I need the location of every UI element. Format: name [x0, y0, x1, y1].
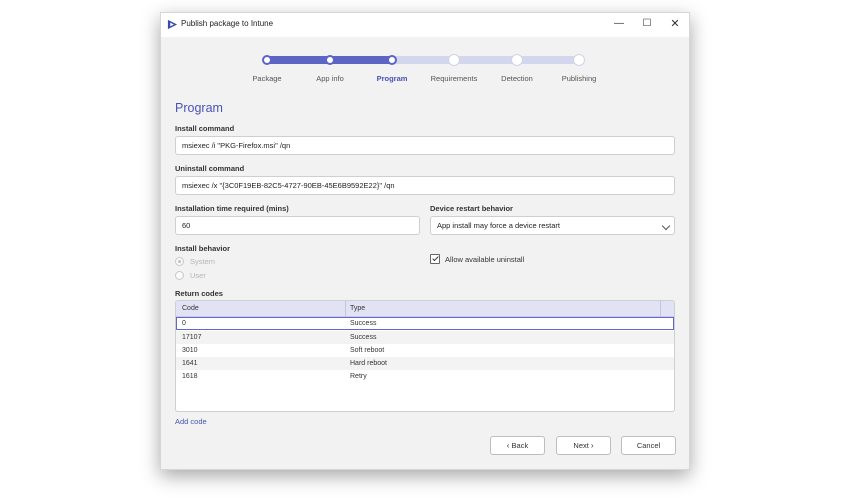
step-dot-app-info	[325, 55, 335, 65]
cell-code: 1641	[182, 360, 198, 367]
close-icon[interactable]: ✕	[667, 17, 683, 31]
table-row[interactable]: 1641 Hard reboot	[176, 357, 674, 370]
next-button[interactable]: Next ›	[556, 436, 611, 455]
step-label-publishing: Publishing	[561, 74, 597, 83]
restart-behavior-label: Device restart behavior	[430, 204, 513, 213]
minimize-icon[interactable]: —	[611, 17, 627, 31]
column-header-code[interactable]: Code	[182, 305, 199, 312]
back-button[interactable]: ‹ Back	[490, 436, 545, 455]
back-button-label: Back	[511, 441, 529, 450]
step-dot-detection	[512, 55, 522, 65]
table-row[interactable]: 17107 Success	[176, 331, 674, 344]
table-header: Code Type	[176, 301, 674, 317]
cell-code: 3010	[182, 347, 198, 354]
return-codes-table: Code Type 0 Success 17107 Success 3010 S…	[175, 300, 675, 412]
window-title: Publish package to Intune	[181, 19, 274, 28]
radio-system-button[interactable]	[175, 257, 184, 266]
chevron-right-icon: ›	[590, 441, 594, 450]
install-behavior-label: Install behavior	[175, 244, 231, 253]
cell-type: Success	[350, 320, 377, 327]
radio-system-label: System	[190, 257, 216, 266]
column-divider	[660, 301, 661, 317]
cell-type: Soft reboot	[350, 347, 385, 354]
publish-dialog: Publish package to Intune — ☐ ✕ Package …	[160, 12, 690, 470]
restart-behavior-select[interactable]: App install may force a device restart	[430, 216, 675, 235]
dialog-shadow: Publish package to Intune — ☐ ✕ Package …	[160, 12, 690, 470]
add-code-link[interactable]: Add code	[175, 417, 207, 426]
cell-code: 1618	[182, 373, 198, 380]
allow-uninstall-label: Allow available uninstall	[445, 255, 525, 264]
cell-type: Success	[350, 334, 377, 341]
step-dot-publishing	[574, 55, 584, 65]
cell-code: 17107	[182, 334, 202, 341]
step-dot-requirements	[449, 55, 459, 65]
uninstall-command-label: Uninstall command	[175, 164, 245, 173]
table-row[interactable]: 0 Success	[176, 317, 674, 330]
chevron-left-icon: ‹	[506, 441, 510, 450]
install-time-label: Installation time required (mins)	[175, 204, 289, 213]
restart-behavior-value: App install may force a device restart	[437, 221, 560, 230]
install-command-label: Install command	[175, 124, 235, 133]
table-row[interactable]: 3010 Soft reboot	[176, 344, 674, 357]
checkmark-icon	[432, 254, 439, 262]
maximize-icon[interactable]: ☐	[639, 17, 655, 31]
chevron-down-icon	[661, 221, 671, 231]
cancel-button[interactable]: Cancel	[621, 436, 676, 455]
cell-type: Retry	[350, 373, 367, 380]
radio-user-label: User	[190, 271, 206, 280]
install-time-input[interactable]: 60	[175, 216, 420, 235]
uninstall-command-input[interactable]: msiexec /x "{3C0F19EB-82C5-4727-90EB-45E…	[175, 176, 675, 195]
install-command-input[interactable]: msiexec /i "PKG-Firefox.msi" /qn	[175, 136, 675, 155]
app-icon	[167, 19, 178, 30]
checkbox-box[interactable]	[430, 254, 440, 264]
table-row[interactable]: 1618 Retry	[176, 370, 674, 383]
cell-code: 0	[182, 320, 186, 327]
step-dot-program	[387, 55, 397, 65]
column-divider	[345, 301, 346, 317]
step-dot-package	[262, 55, 272, 65]
title-bar: Publish package to Intune — ☐ ✕	[161, 13, 689, 37]
next-button-label: Next	[573, 441, 589, 450]
column-header-type[interactable]: Type	[350, 305, 365, 312]
cell-type: Hard reboot	[350, 360, 387, 367]
section-title: Program	[175, 101, 223, 115]
return-codes-label: Return codes	[175, 289, 223, 298]
radio-user-button[interactable]	[175, 271, 184, 280]
